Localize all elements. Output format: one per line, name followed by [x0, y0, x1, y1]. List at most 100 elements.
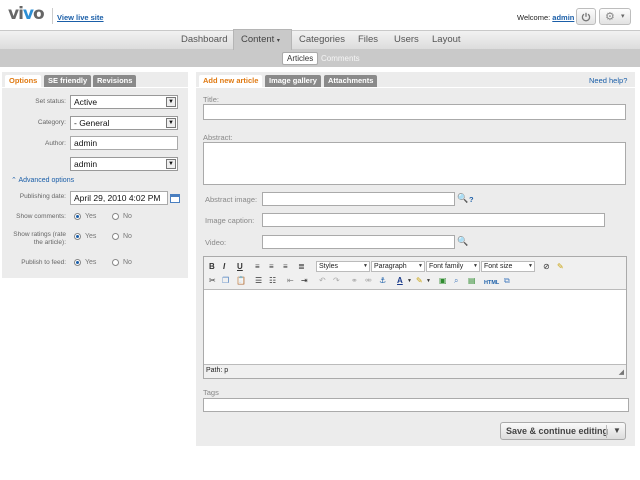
save-continue-button[interactable]: Save & continue editing ▼ [500, 422, 626, 440]
media-icon[interactable]: ▤ [468, 276, 476, 286]
editor-content-area[interactable] [204, 289, 626, 365]
need-help-link[interactable]: Need help? [589, 76, 627, 85]
anchor-icon[interactable]: ⚓ [379, 276, 386, 286]
tab-revisions[interactable]: Revisions [93, 75, 137, 87]
html-source-icon[interactable]: HTML [484, 278, 499, 288]
font-size-select[interactable]: Font size ▼ [481, 261, 535, 272]
status-label: Set status: [35, 98, 66, 105]
status-select[interactable]: Active ▼ [70, 95, 178, 109]
align-center-icon[interactable]: ≡ [269, 262, 274, 272]
styles-select[interactable]: Styles ▼ [316, 261, 370, 272]
abstract-image-input[interactable] [262, 192, 455, 206]
browse-icon[interactable]: 🔍 [457, 193, 468, 204]
underline-icon[interactable]: U [237, 262, 243, 272]
advanced-options-link[interactable]: ⌃ Advanced options [11, 176, 74, 184]
comments-yes-label: Yes [85, 213, 97, 220]
ratings-yes-radio[interactable] [74, 233, 81, 240]
ratings-no-label: No [123, 233, 132, 240]
logout-button[interactable] [576, 8, 596, 25]
feed-yes-radio[interactable] [74, 259, 81, 266]
chevron-down-icon: ▾ [621, 13, 625, 20]
nav-layout[interactable]: Layout [432, 34, 461, 45]
fullscreen-icon[interactable]: ⧉ [504, 276, 510, 286]
calendar-icon[interactable] [170, 193, 180, 203]
settings-menu-button[interactable]: ⚙ ▾ [599, 8, 631, 25]
author-select[interactable]: admin ▼ [70, 157, 178, 171]
tags-input[interactable] [203, 398, 629, 412]
tags-label: Tags [203, 388, 219, 397]
browse-video-icon[interactable]: 🔍 [457, 236, 468, 247]
comments-yes-radio[interactable] [74, 213, 81, 220]
chevron-down-icon: ▾ [276, 38, 280, 44]
subnav-comments[interactable]: Comments [321, 54, 360, 63]
help-icon[interactable]: ? [469, 195, 474, 204]
tab-attachments[interactable]: Attachments [324, 75, 378, 87]
remove-format-icon[interactable]: ✎ [557, 262, 564, 272]
outdent-icon[interactable]: ⇤ [287, 276, 294, 286]
paste-icon[interactable]: 📋 [236, 276, 246, 286]
welcome-prefix: Welcome: [517, 13, 553, 22]
image-caption-input[interactable] [262, 213, 605, 227]
tab-se-friendly[interactable]: SE friendly [44, 75, 92, 87]
image-icon[interactable]: ▣ [439, 276, 447, 286]
unlink-icon[interactable]: ⚮ [365, 276, 372, 286]
username-link[interactable]: admin [552, 13, 574, 22]
font-family-select[interactable]: Font family ▼ [426, 261, 480, 272]
publishing-date-input[interactable]: April 29, 2010 4:02 PM [70, 191, 168, 205]
chevron-down-icon: ▼ [418, 263, 423, 269]
link-icon[interactable]: ⚭ [351, 276, 358, 286]
feed-no-radio[interactable] [112, 259, 119, 266]
tab-add-new-article[interactable]: Add new article [199, 75, 263, 87]
italic-icon[interactable]: I [223, 262, 225, 272]
ratings-no-radio[interactable] [112, 233, 119, 240]
redo-icon[interactable]: ↷ [333, 276, 340, 286]
comments-no-radio[interactable] [112, 213, 119, 220]
category-label: Category: [37, 119, 66, 126]
chevron-down-icon[interactable]: ▼ [407, 276, 412, 286]
chevron-down-icon[interactable]: ▼ [426, 276, 431, 286]
align-left-icon[interactable]: ≡ [255, 262, 260, 272]
abstract-textarea[interactable] [203, 142, 626, 185]
abstract-label: Abstract: [203, 133, 233, 142]
nav-categories[interactable]: Categories [299, 34, 345, 45]
nav-users[interactable]: Users [394, 34, 419, 45]
format-select[interactable]: Paragraph ▼ [371, 261, 425, 272]
highlight-color-icon[interactable]: ✎ [416, 276, 423, 286]
comments-no-label: No [123, 213, 132, 220]
nav-content[interactable]: Content ▾ [241, 34, 280, 45]
resize-handle-icon[interactable]: ◢ [619, 368, 624, 376]
video-input[interactable] [262, 235, 455, 249]
numbered-list-icon[interactable]: ☷ [269, 276, 276, 286]
show-comments-label: Show comments: [16, 213, 66, 220]
bullet-list-icon[interactable]: ☰ [255, 276, 262, 286]
chevron-down-icon[interactable]: ▼ [613, 426, 621, 435]
cut-icon[interactable]: ✂ [209, 276, 216, 286]
indent-icon[interactable]: ⇥ [301, 276, 308, 286]
nav-dashboard[interactable]: Dashboard [181, 34, 227, 45]
preview-icon[interactable]: ⌕ [454, 276, 458, 286]
align-justify-icon[interactable]: ≣ [298, 262, 305, 272]
video-label: Video: [205, 238, 227, 247]
nav-files[interactable]: Files [358, 34, 378, 45]
subnav-articles[interactable]: Articles [282, 52, 319, 65]
gear-icon: ⚙ [605, 11, 615, 23]
tab-options[interactable]: Options [5, 75, 42, 87]
welcome-text: Welcome: admin [517, 13, 574, 22]
align-right-icon[interactable]: ≡ [283, 262, 288, 272]
author-input[interactable]: admin [70, 136, 178, 150]
view-live-site-link[interactable]: View live site [57, 13, 104, 22]
feed-no-label: No [123, 259, 132, 266]
cleanup-icon[interactable]: ⊘ [543, 262, 550, 272]
chevron-down-icon: ▼ [473, 263, 478, 269]
chevron-down-icon: ▼ [363, 263, 368, 269]
editor-path: Path: p [206, 367, 229, 374]
text-color-icon[interactable]: A [397, 276, 403, 286]
copy-icon[interactable]: ❐ [222, 276, 229, 286]
tab-image-gallery[interactable]: Image gallery [265, 75, 321, 87]
category-select[interactable]: - General ▼ [70, 116, 178, 130]
chevron-down-icon: ▼ [166, 118, 176, 128]
undo-icon[interactable]: ↶ [319, 276, 326, 286]
title-input[interactable] [203, 104, 626, 120]
chevron-down-icon: ▼ [166, 159, 176, 169]
bold-icon[interactable]: B [209, 262, 215, 272]
